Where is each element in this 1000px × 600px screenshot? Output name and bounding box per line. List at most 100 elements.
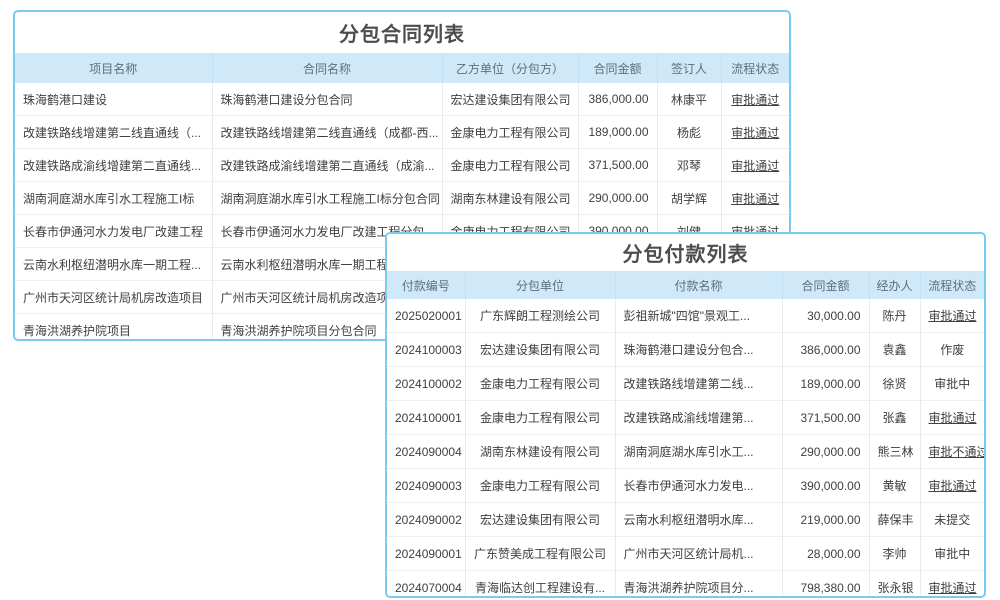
payment-name-cell[interactable]: 云南水利枢纽潜明水库... [615,503,782,537]
payment-no-cell[interactable]: 2024090004 [387,435,465,469]
contract-table-header: 项目名称 合同名称 乙方单位（分包方） 合同金额 签订人 流程状态 [15,53,789,83]
payment-amount-cell: 386,000.00 [782,333,869,367]
signer-cell: 杨彪 [657,116,721,149]
party-unit-cell[interactable]: 金康电力工程有限公司 [442,116,578,149]
workflow-status-cell[interactable]: 审批不通过 [920,435,984,469]
payment-row: 2024100003宏达建设集团有限公司珠海鹤港口建设分包合...386,000… [387,333,984,367]
signer-cell: 林康平 [657,83,721,116]
subcontract-unit-cell[interactable]: 广东赞美成工程有限公司 [465,537,615,571]
subcontract-unit-cell[interactable]: 湖南东林建设有限公司 [465,435,615,469]
col-header-contract-amount: 合同金额 [578,53,657,83]
col-header-subcontract-unit: 分包单位 [465,271,615,299]
party-unit-cell[interactable]: 宏达建设集团有限公司 [442,83,578,116]
col-header-handler: 经办人 [869,271,920,299]
project-name-cell[interactable]: 云南水利枢纽潜明水库一期工程... [15,248,212,281]
contract-name-cell[interactable]: 改建铁路成渝线增建第二直通线（成渝... [212,149,442,182]
col-header-workflow-status: 流程状态 [721,53,789,83]
col-header-signer: 签订人 [657,53,721,83]
payment-name-cell[interactable]: 改建铁路成渝线增建第... [615,401,782,435]
payment-row: 2024070004青海临达创工程建设有...青海洪湖养护院项目分...798,… [387,571,984,599]
payment-table-header: 付款编号 分包单位 付款名称 合同金额 经办人 流程状态 [387,271,984,299]
payment-amount-cell: 371,500.00 [782,401,869,435]
col-header-payment-amount: 合同金额 [782,271,869,299]
subcontract-unit-cell[interactable]: 金康电力工程有限公司 [465,469,615,503]
handler-cell: 李帅 [869,537,920,571]
workflow-status-cell[interactable]: 审批通过 [920,571,984,599]
handler-cell: 张永银 [869,571,920,599]
workflow-status-cell[interactable]: 审批通过 [721,182,789,215]
subcontract-unit-cell[interactable]: 青海临达创工程建设有... [465,571,615,599]
payment-no-cell[interactable]: 2024100002 [387,367,465,401]
payment-row: 2025020001广东辉朗工程测绘公司彭祖新城"四馆"景观工...30,000… [387,299,984,333]
workflow-status-cell[interactable]: 审批通过 [721,83,789,116]
col-header-contract-name: 合同名称 [212,53,442,83]
contract-row: 湖南洞庭湖水库引水工程施工I标湖南洞庭湖水库引水工程施工I标分包合同湖南东林建设… [15,182,789,215]
contract-amount-cell: 290,000.00 [578,182,657,215]
handler-cell: 黄敏 [869,469,920,503]
payment-no-cell[interactable]: 2025020001 [387,299,465,333]
workflow-status-cell[interactable]: 审批通过 [920,299,984,333]
contract-row: 改建铁路线增建第二线直通线（...改建铁路线增建第二线直通线（成都-西...金康… [15,116,789,149]
project-name-cell[interactable]: 青海洪湖养护院项目 [15,314,212,342]
handler-cell: 薛保丰 [869,503,920,537]
workflow-status-cell[interactable]: 审批通过 [721,149,789,182]
col-header-payment-no: 付款编号 [387,271,465,299]
payment-amount-cell: 28,000.00 [782,537,869,571]
signer-cell: 邓琴 [657,149,721,182]
contract-amount-cell: 371,500.00 [578,149,657,182]
subcontract-unit-cell[interactable]: 广东辉朗工程测绘公司 [465,299,615,333]
handler-cell: 袁鑫 [869,333,920,367]
contract-name-cell[interactable]: 珠海鹤港口建设分包合同 [212,83,442,116]
handler-cell: 徐贤 [869,367,920,401]
project-name-cell[interactable]: 改建铁路成渝线增建第二直通线... [15,149,212,182]
payment-amount-cell: 290,000.00 [782,435,869,469]
payment-no-cell[interactable]: 2024090001 [387,537,465,571]
payment-no-cell[interactable]: 2024100003 [387,333,465,367]
payment-amount-cell: 30,000.00 [782,299,869,333]
contract-list-title: 分包合同列表 [15,12,789,53]
project-name-cell[interactable]: 改建铁路线增建第二线直通线（... [15,116,212,149]
payment-name-cell[interactable]: 改建铁路线增建第二线... [615,367,782,401]
payment-name-cell[interactable]: 广州市天河区统计局机... [615,537,782,571]
project-name-cell[interactable]: 珠海鹤港口建设 [15,83,212,116]
handler-cell: 张鑫 [869,401,920,435]
subcontract-unit-cell[interactable]: 宏达建设集团有限公司 [465,333,615,367]
payment-row: 2024100002金康电力工程有限公司改建铁路线增建第二线...189,000… [387,367,984,401]
payment-name-cell[interactable]: 湖南洞庭湖水库引水工... [615,435,782,469]
subcontract-unit-cell[interactable]: 宏达建设集团有限公司 [465,503,615,537]
payment-list-panel: 分包付款列表 付款编号 分包单位 付款名称 合同金额 经办人 流程状态 2025… [385,232,986,598]
payment-no-cell[interactable]: 2024070004 [387,571,465,599]
col-header-payment-status: 流程状态 [920,271,984,299]
payment-no-cell[interactable]: 2024090002 [387,503,465,537]
payment-name-cell[interactable]: 青海洪湖养护院项目分... [615,571,782,599]
payment-amount-cell: 219,000.00 [782,503,869,537]
payment-row: 2024090003金康电力工程有限公司长春市伊通河水力发电...390,000… [387,469,984,503]
project-name-cell[interactable]: 广州市天河区统计局机房改造项目 [15,281,212,314]
payment-name-cell[interactable]: 珠海鹤港口建设分包合... [615,333,782,367]
workflow-status-cell[interactable]: 审批通过 [721,116,789,149]
contract-amount-cell: 189,000.00 [578,116,657,149]
payment-no-cell[interactable]: 2024090003 [387,469,465,503]
payment-amount-cell: 390,000.00 [782,469,869,503]
payment-row: 2024100001金康电力工程有限公司改建铁路成渝线增建第...371,500… [387,401,984,435]
handler-cell: 陈丹 [869,299,920,333]
workflow-status-cell: 审批中 [920,537,984,571]
payment-amount-cell: 189,000.00 [782,367,869,401]
workflow-status-cell[interactable]: 审批通过 [920,469,984,503]
party-unit-cell[interactable]: 湖南东林建设有限公司 [442,182,578,215]
subcontract-unit-cell[interactable]: 金康电力工程有限公司 [465,401,615,435]
workflow-status-cell[interactable]: 审批通过 [920,401,984,435]
project-name-cell[interactable]: 长春市伊通河水力发电厂改建工程 [15,215,212,248]
contract-name-cell[interactable]: 湖南洞庭湖水库引水工程施工I标分包合同 [212,182,442,215]
workflow-status-cell: 审批中 [920,367,984,401]
payment-name-cell[interactable]: 长春市伊通河水力发电... [615,469,782,503]
contract-amount-cell: 386,000.00 [578,83,657,116]
payment-no-cell[interactable]: 2024100001 [387,401,465,435]
contract-name-cell[interactable]: 改建铁路线增建第二线直通线（成都-西... [212,116,442,149]
payment-list-title: 分包付款列表 [387,234,984,271]
project-name-cell[interactable]: 湖南洞庭湖水库引水工程施工I标 [15,182,212,215]
subcontract-unit-cell[interactable]: 金康电力工程有限公司 [465,367,615,401]
party-unit-cell[interactable]: 金康电力工程有限公司 [442,149,578,182]
payment-name-cell[interactable]: 彭祖新城"四馆"景观工... [615,299,782,333]
contract-row: 珠海鹤港口建设珠海鹤港口建设分包合同宏达建设集团有限公司386,000.00林康… [15,83,789,116]
